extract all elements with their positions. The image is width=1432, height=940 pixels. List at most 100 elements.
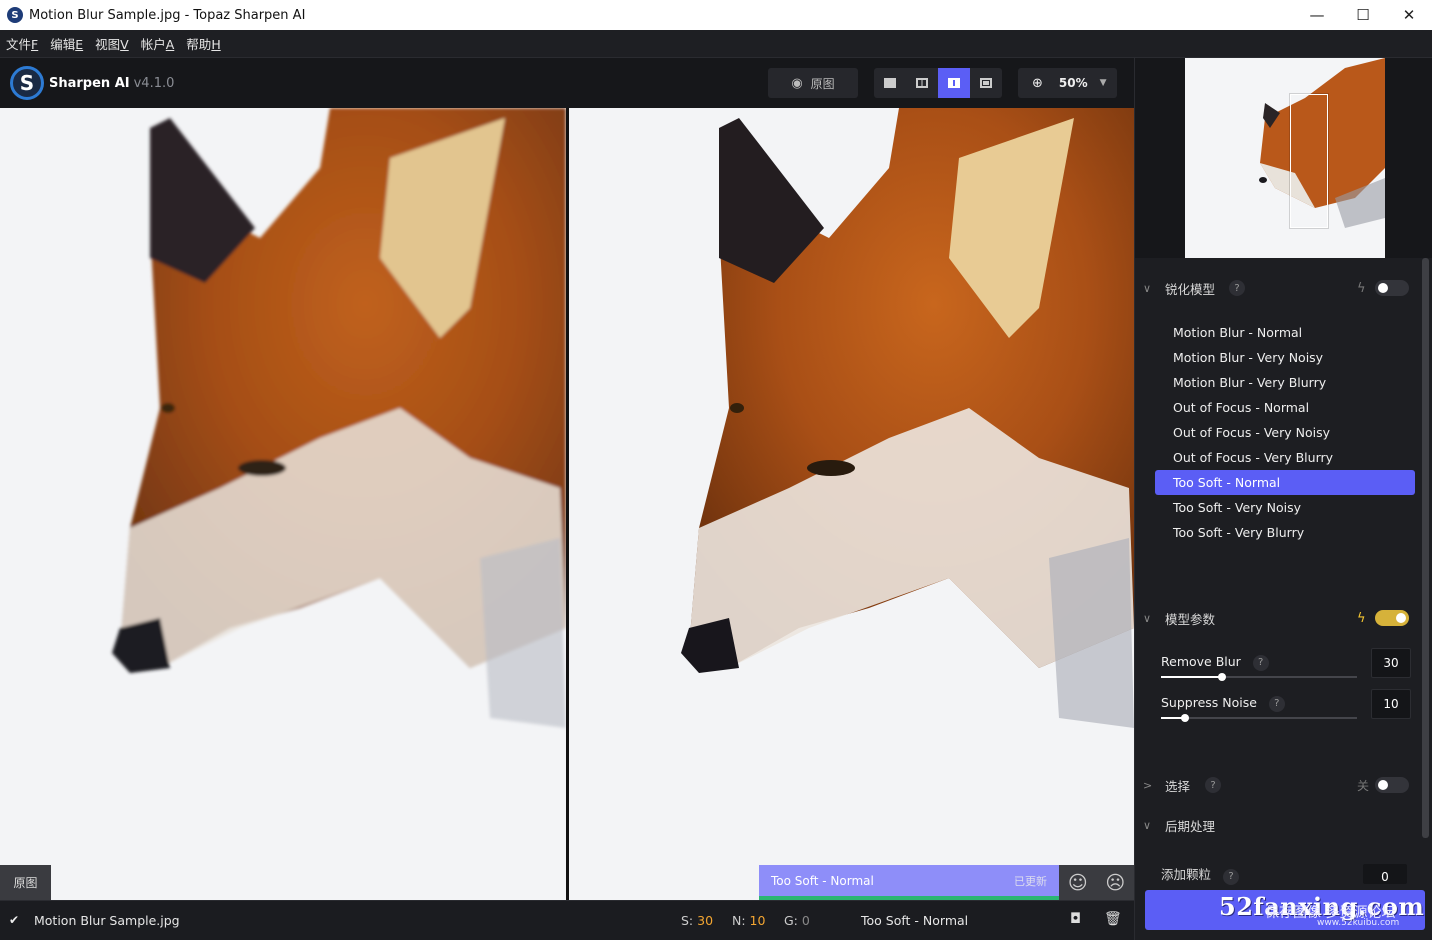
menu-view-label: 视图	[95, 37, 121, 52]
fox-original-image	[0, 108, 566, 900]
check-icon[interactable]: ✔	[9, 913, 19, 927]
zoom-value: 50%	[1058, 76, 1088, 90]
remove-blur-value[interactable]: 30	[1371, 648, 1411, 678]
help-icon[interactable]: ?	[1268, 695, 1285, 712]
toggle-knob	[1396, 613, 1406, 623]
close-button[interactable]: ✕	[1386, 0, 1432, 30]
help-icon[interactable]: ?	[1229, 280, 1245, 296]
selection-header[interactable]: > 选择 ? 关	[1135, 774, 1425, 796]
view-single-button[interactable]	[874, 68, 906, 98]
selection-toggle[interactable]	[1375, 777, 1409, 793]
status-s-value: 30	[697, 913, 714, 928]
help-icon[interactable]: ?	[1205, 777, 1221, 793]
sharpen-model-header[interactable]: ∨ 锐化模型 ? ϟ	[1135, 277, 1425, 299]
feedback-group: ☺ ☹	[1059, 865, 1134, 900]
main-toolbar: S Sharpen AI v4.1.0 ◉ 原图 ⊕ 50% ▼	[0, 58, 1134, 108]
navigator-fox-image	[1185, 58, 1385, 258]
chevron-down-icon: ∨	[1143, 611, 1152, 625]
model-item[interactable]: Motion Blur - Very Noisy	[1155, 345, 1415, 370]
maximize-button[interactable]: ☐	[1340, 0, 1386, 30]
minimize-button[interactable]: —	[1294, 0, 1340, 30]
add-grain-control: 添加颗粒 ?	[1161, 864, 1239, 885]
menu-account-key: A	[165, 37, 175, 52]
toggle-knob	[1378, 283, 1388, 293]
trash-icon[interactable]: 🗑	[1104, 911, 1122, 927]
original-preview-pane[interactable]	[0, 108, 566, 900]
status-grain: G: 0	[784, 913, 810, 928]
fox-sharpened-image	[569, 108, 1134, 900]
zoom-control[interactable]: ⊕ 50% ▼	[1018, 68, 1117, 98]
sharpen-app-icon: S	[7, 7, 23, 23]
model-item[interactable]: Out of Focus - Normal	[1155, 395, 1415, 420]
camera-icon[interactable]: ◘	[1070, 911, 1081, 927]
suppress-noise-label: Suppress Noise	[1161, 695, 1257, 710]
save-image-button[interactable]: 52fanxing.com 保存图像 多资源论坛 www.52kuibu.com	[1145, 890, 1425, 930]
chevron-down-icon: ▼	[1099, 78, 1107, 88]
view-side-by-side-button[interactable]	[938, 68, 970, 98]
selection-title: 选择	[1165, 778, 1191, 794]
zoom-in-icon: ⊕	[1032, 75, 1043, 91]
post-processing-title: 后期处理	[1165, 818, 1216, 834]
view-compare-button[interactable]	[970, 68, 1002, 98]
menu-help[interactable]: 帮助H	[186, 34, 220, 53]
menu-help-label: 帮助	[186, 37, 212, 52]
slider-handle[interactable]	[1180, 714, 1189, 722]
smile-face-icon[interactable]: ☺	[1068, 872, 1088, 894]
processed-preview-pane[interactable]	[569, 108, 1134, 900]
model-item[interactable]: Too Soft - Very Blurry	[1155, 520, 1415, 545]
single-view-icon	[884, 78, 896, 88]
menu-file[interactable]: 文件F	[6, 34, 38, 53]
status-g-value: 0	[801, 913, 810, 928]
status-g-label: G:	[784, 913, 798, 928]
window-title: Motion Blur Sample.jpg - Topaz Sharpen A…	[29, 7, 306, 23]
chevron-right-icon: >	[1143, 778, 1153, 792]
sidebar-scrollbar[interactable]	[1422, 258, 1429, 838]
sharpen-model-title: 锐化模型	[1165, 281, 1216, 297]
status-bar: ✔ Motion Blur Sample.jpg S: 30 N: 10 G: …	[0, 900, 1134, 940]
model-item-selected[interactable]: Too Soft - Normal	[1155, 470, 1415, 495]
view-mode-group	[874, 68, 1002, 98]
slider-handle[interactable]	[1217, 673, 1226, 681]
model-item[interactable]: Motion Blur - Normal	[1155, 320, 1415, 345]
navigator-viewport-frame[interactable]	[1290, 94, 1328, 228]
suppress-noise-control: Suppress Noise ? 10	[1161, 689, 1413, 722]
auto-model-toggle[interactable]	[1375, 280, 1409, 296]
remove-blur-slider[interactable]	[1161, 673, 1357, 681]
original-pane-label: 原图	[0, 865, 51, 900]
window-controls: — ☐ ✕	[1294, 0, 1432, 30]
add-grain-label: 添加颗粒	[1161, 867, 1212, 882]
menu-account[interactable]: 帐户A	[141, 34, 175, 53]
neutral-face-icon[interactable]: ☹	[1105, 872, 1125, 894]
remove-blur-control: Remove Blur ? 30	[1161, 648, 1413, 681]
side-by-side-icon	[948, 78, 960, 88]
slider-fill	[1161, 676, 1222, 678]
navigator	[1135, 58, 1432, 258]
help-icon[interactable]: ?	[1223, 868, 1239, 885]
add-grain-value[interactable]: 0	[1363, 864, 1407, 884]
help-icon[interactable]: ?	[1252, 654, 1269, 671]
menu-file-label: 文件	[6, 37, 32, 52]
menu-account-label: 帐户	[140, 37, 166, 52]
model-item[interactable]: Out of Focus - Very Blurry	[1155, 445, 1415, 470]
suppress-noise-slider[interactable]	[1161, 714, 1357, 722]
watermark-url: www.52kuibu.com	[1317, 918, 1400, 928]
menu-edit[interactable]: 编辑E	[50, 34, 83, 53]
show-original-button[interactable]: ◉ 原图	[768, 68, 858, 98]
menu-view[interactable]: 视图V	[95, 34, 129, 53]
navigator-thumbnail[interactable]	[1185, 58, 1385, 258]
status-s-label: S:	[681, 913, 694, 928]
product-version: v4.1.0	[133, 76, 175, 91]
status-sharpen: S: 30	[681, 913, 713, 928]
model-item[interactable]: Too Soft - Very Noisy	[1155, 495, 1415, 520]
auto-params-toggle[interactable]	[1375, 610, 1409, 626]
split-view-icon	[916, 78, 928, 88]
view-split-button[interactable]	[906, 68, 938, 98]
menu-file-key: F	[31, 37, 39, 52]
chevron-down-icon: ∨	[1143, 818, 1152, 832]
product-title: Sharpen AI v4.1.0	[49, 76, 174, 91]
model-item[interactable]: Out of Focus - Very Noisy	[1155, 420, 1415, 445]
model-params-header[interactable]: ∨ 模型参数 ϟ	[1135, 607, 1425, 629]
suppress-noise-value[interactable]: 10	[1371, 689, 1411, 719]
post-processing-header[interactable]: ∨ 后期处理	[1135, 814, 1425, 836]
model-item[interactable]: Motion Blur - Very Blurry	[1155, 370, 1415, 395]
